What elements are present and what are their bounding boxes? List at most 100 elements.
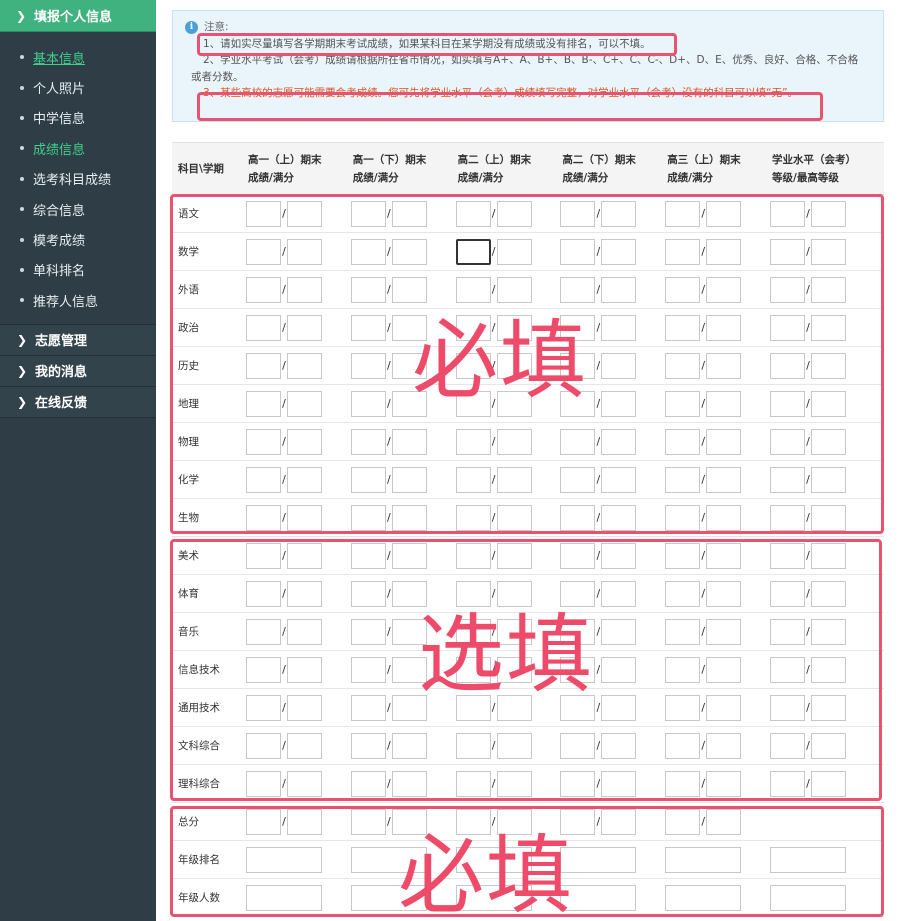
full-score-input[interactable] [496,390,532,417]
full-score-input[interactable] [706,314,742,341]
full-score-input[interactable] [391,504,427,531]
score-input[interactable] [665,732,701,759]
full-score-input[interactable] [391,542,427,569]
score-input[interactable] [665,618,701,645]
full-score-input[interactable] [706,428,742,455]
full-score-input[interactable] [706,542,742,569]
full-score-input[interactable] [810,656,846,683]
score-input[interactable] [665,276,701,303]
full-score-input[interactable] [496,352,532,379]
sidebar-item-photo[interactable]: 个人照片 [0,72,156,102]
full-score-input[interactable] [287,770,322,797]
score-input[interactable] [665,466,701,493]
sidebar-item-subject-rank[interactable]: 单科排名 [0,255,156,285]
full-score-input[interactable] [496,504,532,531]
full-score-input[interactable] [810,618,846,645]
full-score-input[interactable] [810,732,846,759]
full-score-input[interactable] [391,238,427,265]
full-score-input[interactable] [287,732,322,759]
score-input[interactable] [246,732,281,759]
score-input[interactable] [560,390,596,417]
score-input[interactable] [560,732,596,759]
full-score-input[interactable] [810,390,846,417]
full-score-input[interactable] [601,618,637,645]
sidebar-group-applications[interactable]: ❯ 志愿管理 [0,324,156,356]
full-score-input[interactable] [287,656,322,683]
full-score-input[interactable] [706,390,742,417]
score-input[interactable] [455,428,491,455]
full-score-input[interactable] [706,694,742,721]
score-input[interactable] [350,390,386,417]
score-input[interactable] [455,238,491,265]
score-input[interactable] [350,542,386,569]
score-input[interactable] [350,314,386,341]
score-input[interactable] [769,618,805,645]
score-input[interactable] [246,656,281,683]
score-input[interactable] [665,656,701,683]
full-score-input[interactable] [287,542,322,569]
full-score-input[interactable] [810,428,846,455]
score-input[interactable] [769,276,805,303]
sidebar-item-grades[interactable]: 成绩信息 [0,133,156,163]
full-score-input[interactable] [810,504,846,531]
full-score-input[interactable] [391,390,427,417]
rank-input[interactable] [665,846,742,873]
score-input[interactable] [769,542,805,569]
full-score-input[interactable] [496,694,532,721]
full-score-input[interactable] [496,808,532,835]
sidebar-item-mock-exams[interactable]: 模考成绩 [0,224,156,254]
full-score-input[interactable] [496,200,532,227]
score-input[interactable] [350,466,386,493]
full-score-input[interactable] [391,314,427,341]
full-score-input[interactable] [601,656,637,683]
full-score-input[interactable] [287,428,322,455]
score-input[interactable] [560,580,596,607]
score-input[interactable] [246,618,281,645]
score-input[interactable] [246,694,281,721]
score-input[interactable] [560,276,596,303]
score-input[interactable] [455,580,491,607]
score-input[interactable] [560,466,596,493]
full-score-input[interactable] [601,808,637,835]
full-score-input[interactable] [391,732,427,759]
full-score-input[interactable] [601,390,637,417]
full-score-input[interactable] [496,542,532,569]
score-input[interactable] [665,390,701,417]
score-input[interactable] [246,352,281,379]
full-score-input[interactable] [287,276,322,303]
score-input[interactable] [769,390,805,417]
full-score-input[interactable] [810,580,846,607]
score-input[interactable] [455,618,491,645]
score-input[interactable] [769,466,805,493]
full-score-input[interactable] [810,200,846,227]
score-input[interactable] [455,656,491,683]
score-input[interactable] [769,352,805,379]
score-input[interactable] [246,580,281,607]
score-input[interactable] [455,276,491,303]
sidebar-header[interactable]: ❯ 填报个人信息 [0,0,156,32]
score-input[interactable] [246,314,281,341]
score-input[interactable] [455,390,491,417]
full-score-input[interactable] [601,352,637,379]
score-input[interactable] [560,618,596,645]
full-score-input[interactable] [496,732,532,759]
score-input[interactable] [455,808,491,835]
score-input[interactable] [350,580,386,607]
score-input[interactable] [350,200,386,227]
full-score-input[interactable] [810,770,846,797]
rank-input[interactable] [665,884,742,911]
full-score-input[interactable] [601,428,637,455]
full-score-input[interactable] [287,352,322,379]
rank-input[interactable] [455,884,532,911]
score-input[interactable] [350,428,386,455]
full-score-input[interactable] [810,694,846,721]
score-input[interactable] [665,314,701,341]
score-input[interactable] [665,542,701,569]
full-score-input[interactable] [601,770,637,797]
sidebar-item-basic-info[interactable]: 基本信息 [0,42,156,72]
score-input[interactable] [246,808,281,835]
full-score-input[interactable] [706,580,742,607]
score-input[interactable] [665,504,701,531]
full-score-input[interactable] [391,694,427,721]
score-input[interactable] [769,200,805,227]
